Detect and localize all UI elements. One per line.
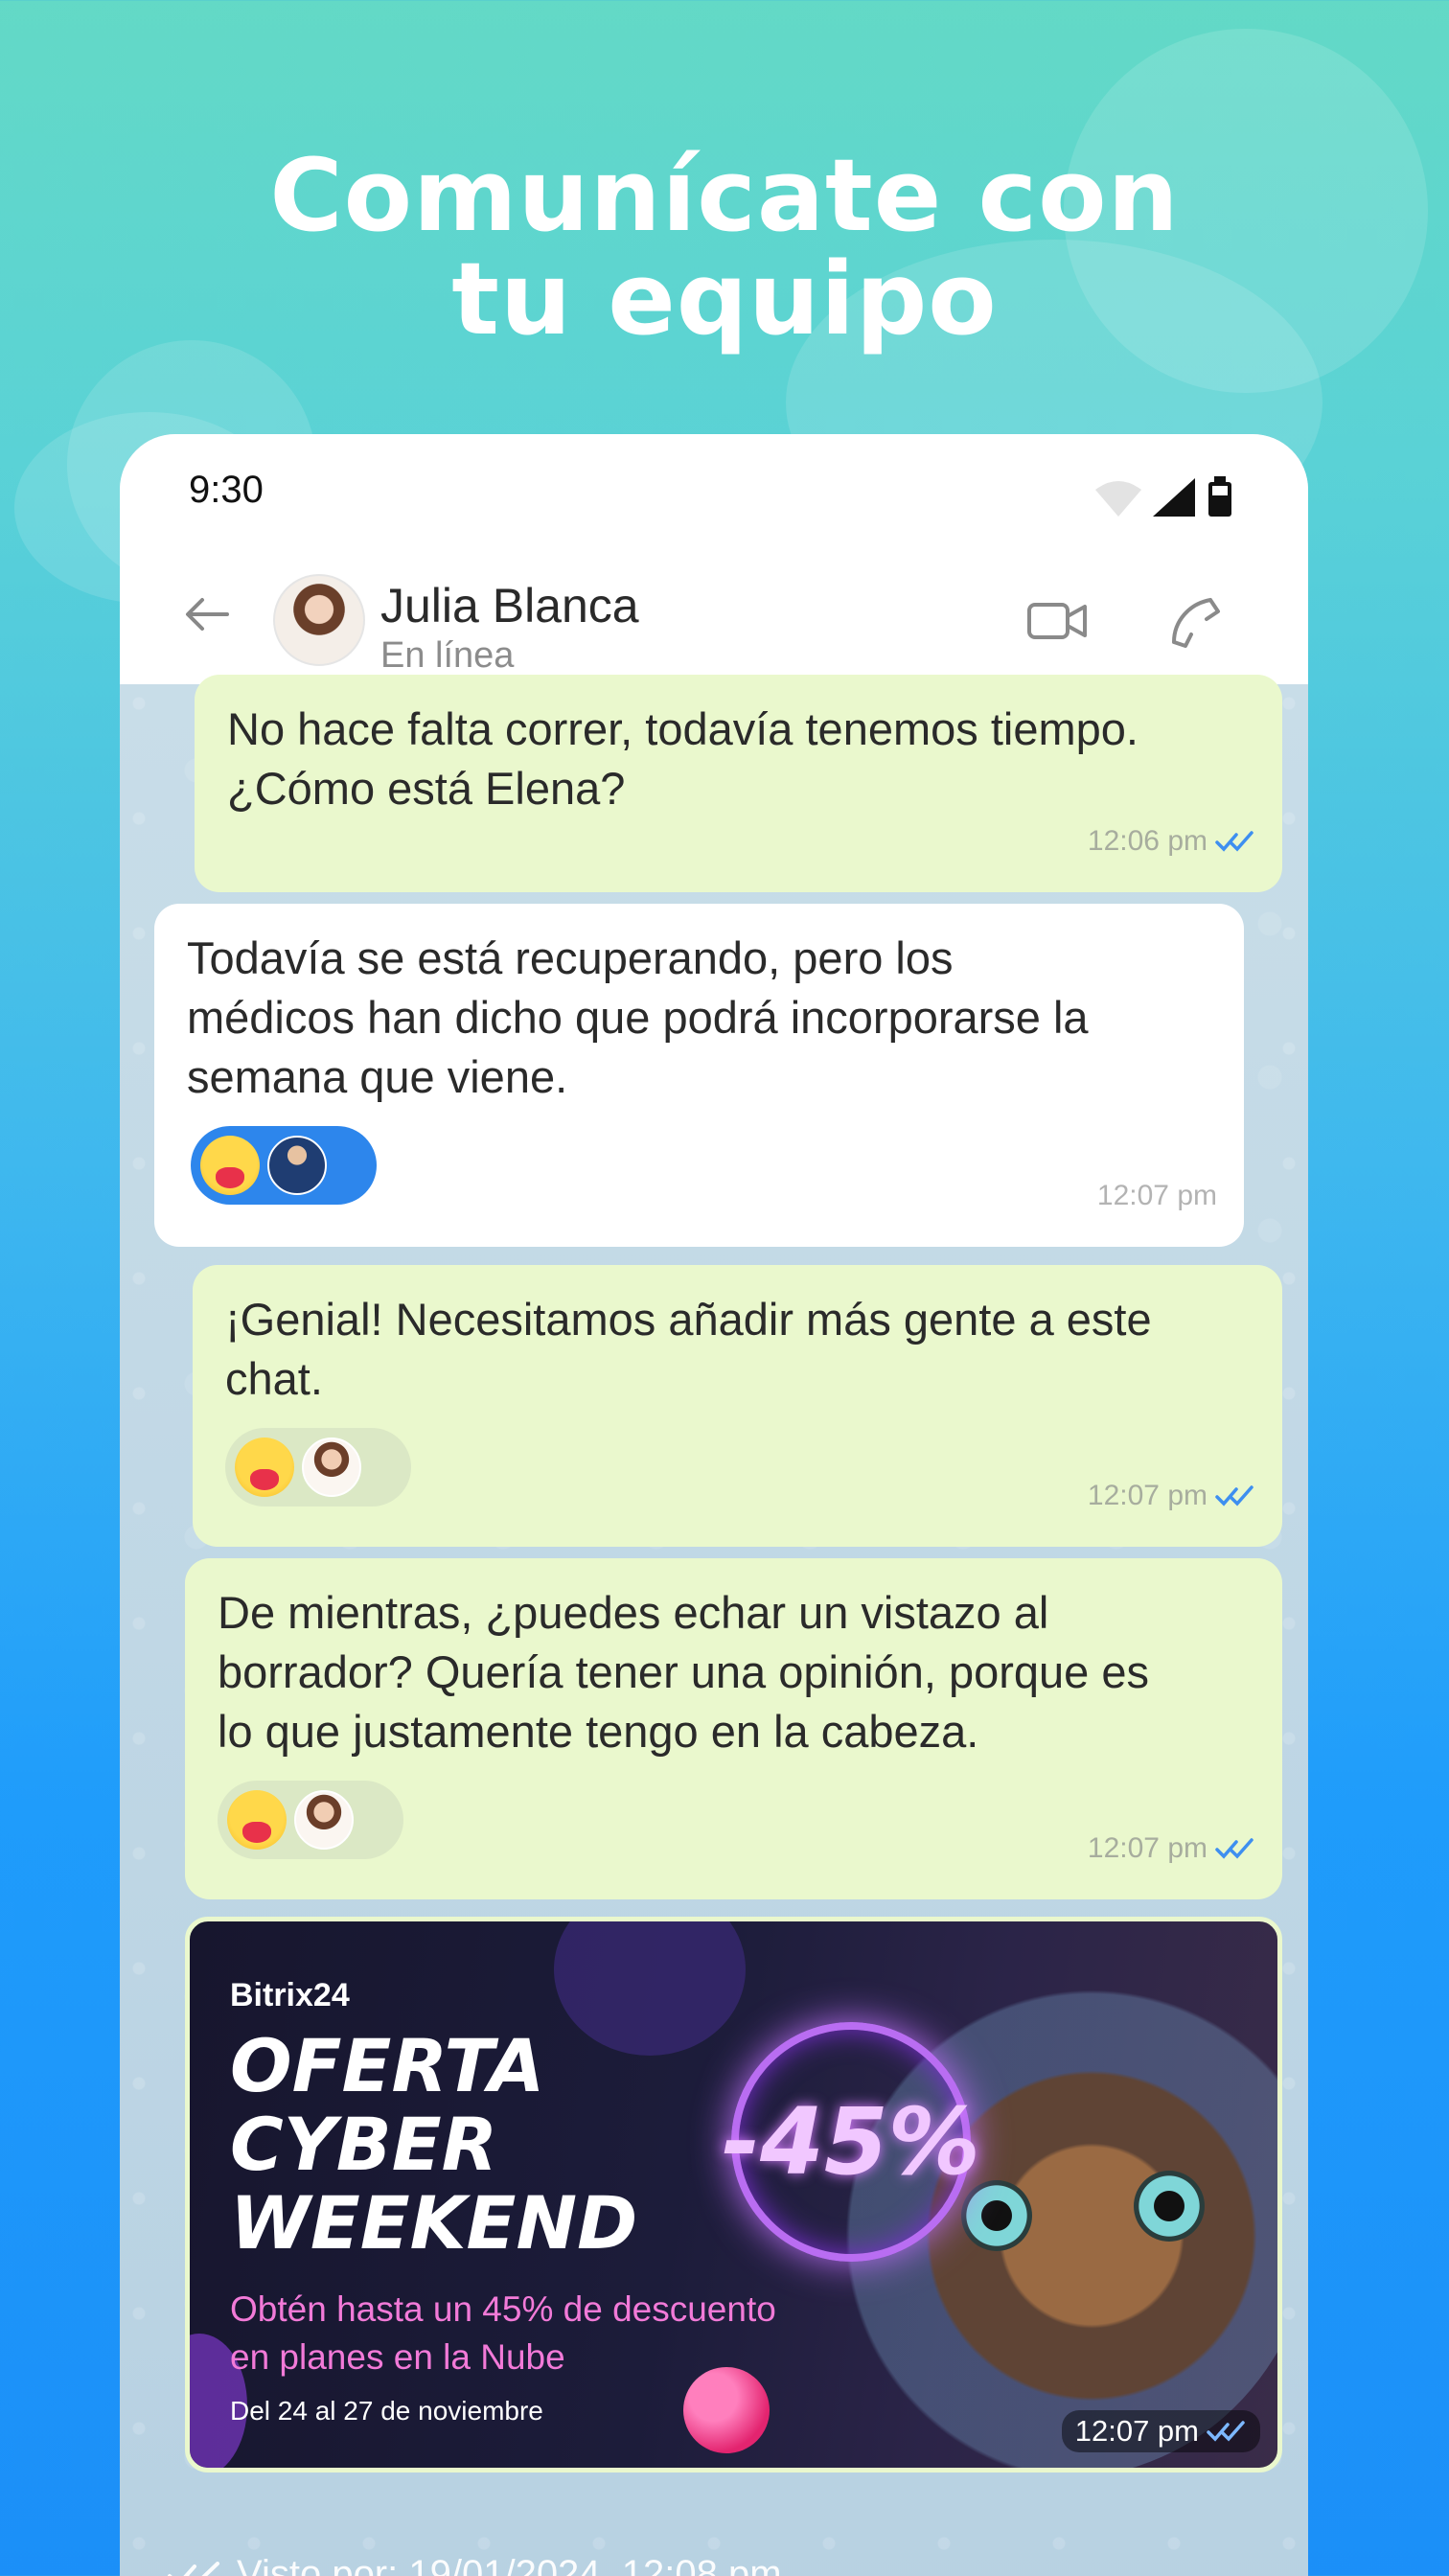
signal-icon <box>1153 478 1195 517</box>
status-bar: 9:30 <box>120 434 1308 540</box>
double-check-icon <box>1207 2421 1245 2442</box>
double-check-icon <box>1215 1838 1254 1859</box>
message-text: De mientras, ¿puedes echar un vistazo al… <box>218 1587 1149 1757</box>
message-meta: 12:07 pm <box>1097 1166 1217 1226</box>
seen-status: Visto por: 19/01/2024, 12:08 pm <box>168 2553 782 2576</box>
message-bubble-outgoing[interactable]: ¡Genial! Necesitamos añadir más gente a … <box>193 1265 1282 1547</box>
reaction-avatar <box>302 1438 361 1497</box>
message-time: 12:07 pm <box>1074 2414 1199 2448</box>
arrow-left-icon[interactable] <box>183 595 231 633</box>
phone-icon[interactable] <box>1164 592 1222 650</box>
chat-area[interactable]: No hace falta correr, todavía tenemos ti… <box>120 675 1308 2576</box>
promo-subtitle-line: Obtén hasta un 45% de descuento <box>230 2289 776 2329</box>
reactions[interactable] <box>191 1126 377 1205</box>
promo-title-line: CYBER <box>230 2102 498 2187</box>
message-time: 12:06 pm <box>1087 825 1208 857</box>
phone-frame: 9:30 Julia Blanca En línea No hace falta… <box>120 434 1308 2576</box>
message-time: 12:07 pm <box>1087 1832 1208 1864</box>
message-meta: 12:07 pm <box>1061 2410 1260 2452</box>
double-check-icon <box>1215 1485 1254 1506</box>
reactions[interactable] <box>218 1781 403 1859</box>
brand-logo: Bitrix24 <box>230 1977 350 2013</box>
headline-line-1: Comunícate con <box>269 137 1180 254</box>
message-time: 12:07 pm <box>1087 1480 1208 1511</box>
promo-dates: Del 24 al 27 de noviembre <box>230 2396 543 2426</box>
double-check-icon <box>168 2561 219 2576</box>
reaction-avatar <box>267 1136 327 1195</box>
chat-header: Julia Blanca En línea <box>120 540 1308 684</box>
heart-smile-emoji-icon <box>227 1790 287 1850</box>
reaction-avatar <box>294 1790 354 1850</box>
headline-line-2: tu equipo <box>451 241 998 357</box>
message-bubble-incoming[interactable]: Todavía se está recuperando, pero los mé… <box>154 904 1244 1247</box>
message-text: No hace falta correr, todavía tenemos ti… <box>227 703 1138 814</box>
message-time: 12:07 pm <box>1096 1180 1217 1211</box>
cat-eye <box>1134 2171 1205 2242</box>
status-icons <box>1095 476 1231 517</box>
avatar[interactable] <box>273 574 365 666</box>
wifi-icon <box>1095 481 1141 517</box>
heart-smile-emoji-icon <box>235 1438 294 1497</box>
promo-title-line: WEEKEND <box>230 2180 638 2266</box>
contact-status: En línea <box>380 635 515 676</box>
promo-subtitle: Obtén hasta un 45% de descuento en plane… <box>230 2286 776 2381</box>
promo-subtitle-line: en planes en la Nube <box>230 2337 565 2377</box>
message-bubble-outgoing[interactable]: De mientras, ¿puedes echar un vistazo al… <box>185 1558 1282 1899</box>
page-headline: Comunícate con tu equipo <box>0 144 1449 351</box>
message-meta: 12:07 pm <box>1088 1466 1255 1526</box>
message-text: ¡Genial! Necesitamos añadir más gente a … <box>225 1294 1152 1404</box>
discount-badge: -45% <box>722 2022 980 2262</box>
contact-name[interactable]: Julia Blanca <box>380 578 639 633</box>
video-camera-icon[interactable] <box>1025 597 1089 645</box>
double-check-icon <box>1215 831 1254 852</box>
heart-smile-emoji-icon <box>200 1136 260 1195</box>
message-meta: 12:06 pm <box>1088 812 1255 871</box>
status-time: 9:30 <box>189 469 264 511</box>
seen-text: Visto por: 19/01/2024, 12:08 pm <box>237 2553 782 2576</box>
promo-title-line: OFERTA <box>230 2023 545 2108</box>
discount-badge-text: -45% <box>722 2088 980 2196</box>
promo-title: OFERTA CYBER WEEKEND <box>230 2027 637 2263</box>
phone-top-bar: 9:30 Julia Blanca En línea <box>120 434 1308 684</box>
reactions[interactable] <box>225 1428 411 1506</box>
message-meta: 12:07 pm <box>1088 1819 1255 1878</box>
message-bubble-outgoing[interactable]: No hace falta correr, todavía tenemos ti… <box>195 675 1282 892</box>
promo-image-message[interactable]: -45% Bitrix24 OFERTA CYBER WEEKEND Obtén… <box>185 1917 1282 2472</box>
message-text: Todavía se está recuperando, pero los mé… <box>187 932 1089 1102</box>
decor-planet <box>683 2367 770 2453</box>
